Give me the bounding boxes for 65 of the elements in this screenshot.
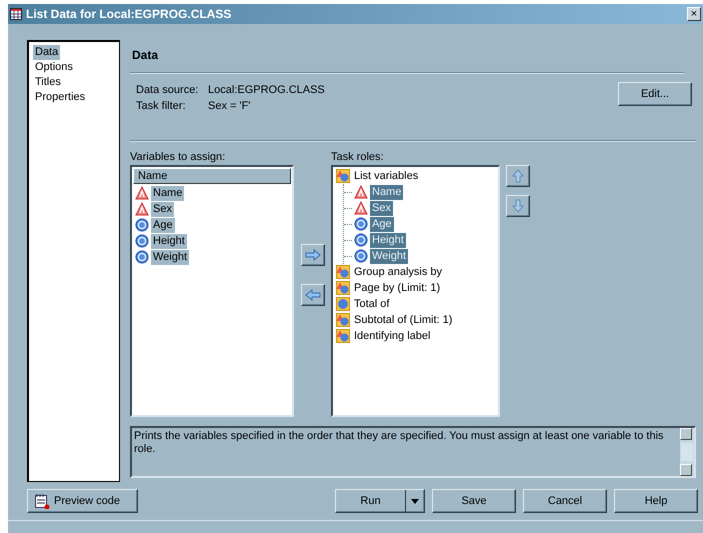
caret-icon — [411, 498, 419, 504]
assigned-variable[interactable]: Age — [370, 216, 394, 232]
remove-button[interactable] — [300, 284, 324, 306]
list-label: Variables to assign: — [130, 150, 226, 165]
number-icon — [354, 249, 368, 263]
variable-item[interactable]: Age — [151, 218, 175, 232]
close-button[interactable]: × — [687, 7, 701, 21]
role-item[interactable]: Group analysis by — [352, 264, 444, 280]
sidebar-item[interactable]: Data — [33, 45, 60, 60]
list-label: Task roles: — [331, 150, 385, 165]
number-icon — [135, 218, 149, 232]
table-icon — [10, 8, 22, 20]
assigned-variable[interactable]: Weight — [370, 248, 408, 264]
info-value: Sex = 'F' — [208, 99, 250, 114]
add-button[interactable] — [300, 244, 324, 266]
number-icon — [135, 234, 149, 248]
triangle-icon — [354, 201, 368, 215]
number-icon — [135, 250, 149, 264]
edit-button[interactable]: Edit... — [618, 82, 692, 106]
triangle-icon — [135, 186, 149, 200]
role-icon — [336, 169, 350, 183]
role-description: Prints the variables specified in the order that they are specified. You must assign at least one variable to this role. — [133, 429, 665, 457]
left-arrow-icon — [304, 289, 320, 301]
role-item[interactable]: Subtotal of (Limit: 1) — [352, 312, 454, 328]
info-label: Data source: — [136, 83, 200, 98]
role-item[interactable]: List variables — [352, 168, 420, 184]
role-icon — [336, 329, 350, 343]
role-icon — [336, 297, 350, 311]
sidebar-item[interactable]: Properties — [33, 90, 88, 105]
role-icon — [336, 265, 350, 279]
variable-item[interactable]: Weight — [151, 250, 190, 264]
save-button[interactable]: Save — [432, 489, 516, 513]
info-value: Local:EGPROG.CLASS — [208, 83, 325, 98]
move-down-button[interactable] — [506, 195, 530, 217]
variable-item[interactable]: Name — [151, 186, 184, 200]
variable-item[interactable]: Height — [151, 234, 187, 248]
notepad-icon — [34, 493, 50, 509]
info-label: Task filter: — [136, 99, 187, 114]
help-button[interactable]: Help — [614, 489, 698, 513]
move-up-button[interactable] — [506, 165, 530, 187]
run-button[interactable]: Run — [335, 489, 425, 513]
up-arrow-icon — [512, 169, 524, 183]
number-icon — [354, 217, 368, 231]
preview-code-button[interactable]: Preview code — [27, 489, 138, 513]
scrollbar[interactable] — [680, 428, 694, 476]
number-icon — [354, 233, 368, 247]
sidebar-item[interactable]: Options — [33, 60, 75, 75]
sidebar-item[interactable]: Titles — [33, 75, 63, 90]
assigned-variable[interactable]: Height — [370, 232, 406, 248]
triangle-icon — [135, 202, 149, 216]
triangle-icon — [354, 185, 368, 199]
role-item[interactable]: Total of — [352, 296, 392, 312]
down-arrow-icon — [512, 199, 524, 213]
section-title: Data — [132, 48, 158, 62]
role-item[interactable]: Identifying label — [352, 328, 432, 344]
role-icon — [336, 313, 350, 327]
assigned-variable[interactable]: Name — [370, 184, 404, 200]
variable-item[interactable]: Sex — [151, 202, 174, 216]
role-item[interactable]: Page by (Limit: 1) — [352, 280, 442, 296]
column-header: Name — [133, 168, 291, 184]
right-arrow-icon — [304, 249, 320, 261]
cancel-button[interactable]: Cancel — [523, 489, 607, 513]
role-icon — [336, 281, 350, 295]
assigned-variable[interactable]: Sex — [370, 200, 393, 216]
window-title: List Data for Local:EGPROG.CLASS — [26, 7, 232, 21]
